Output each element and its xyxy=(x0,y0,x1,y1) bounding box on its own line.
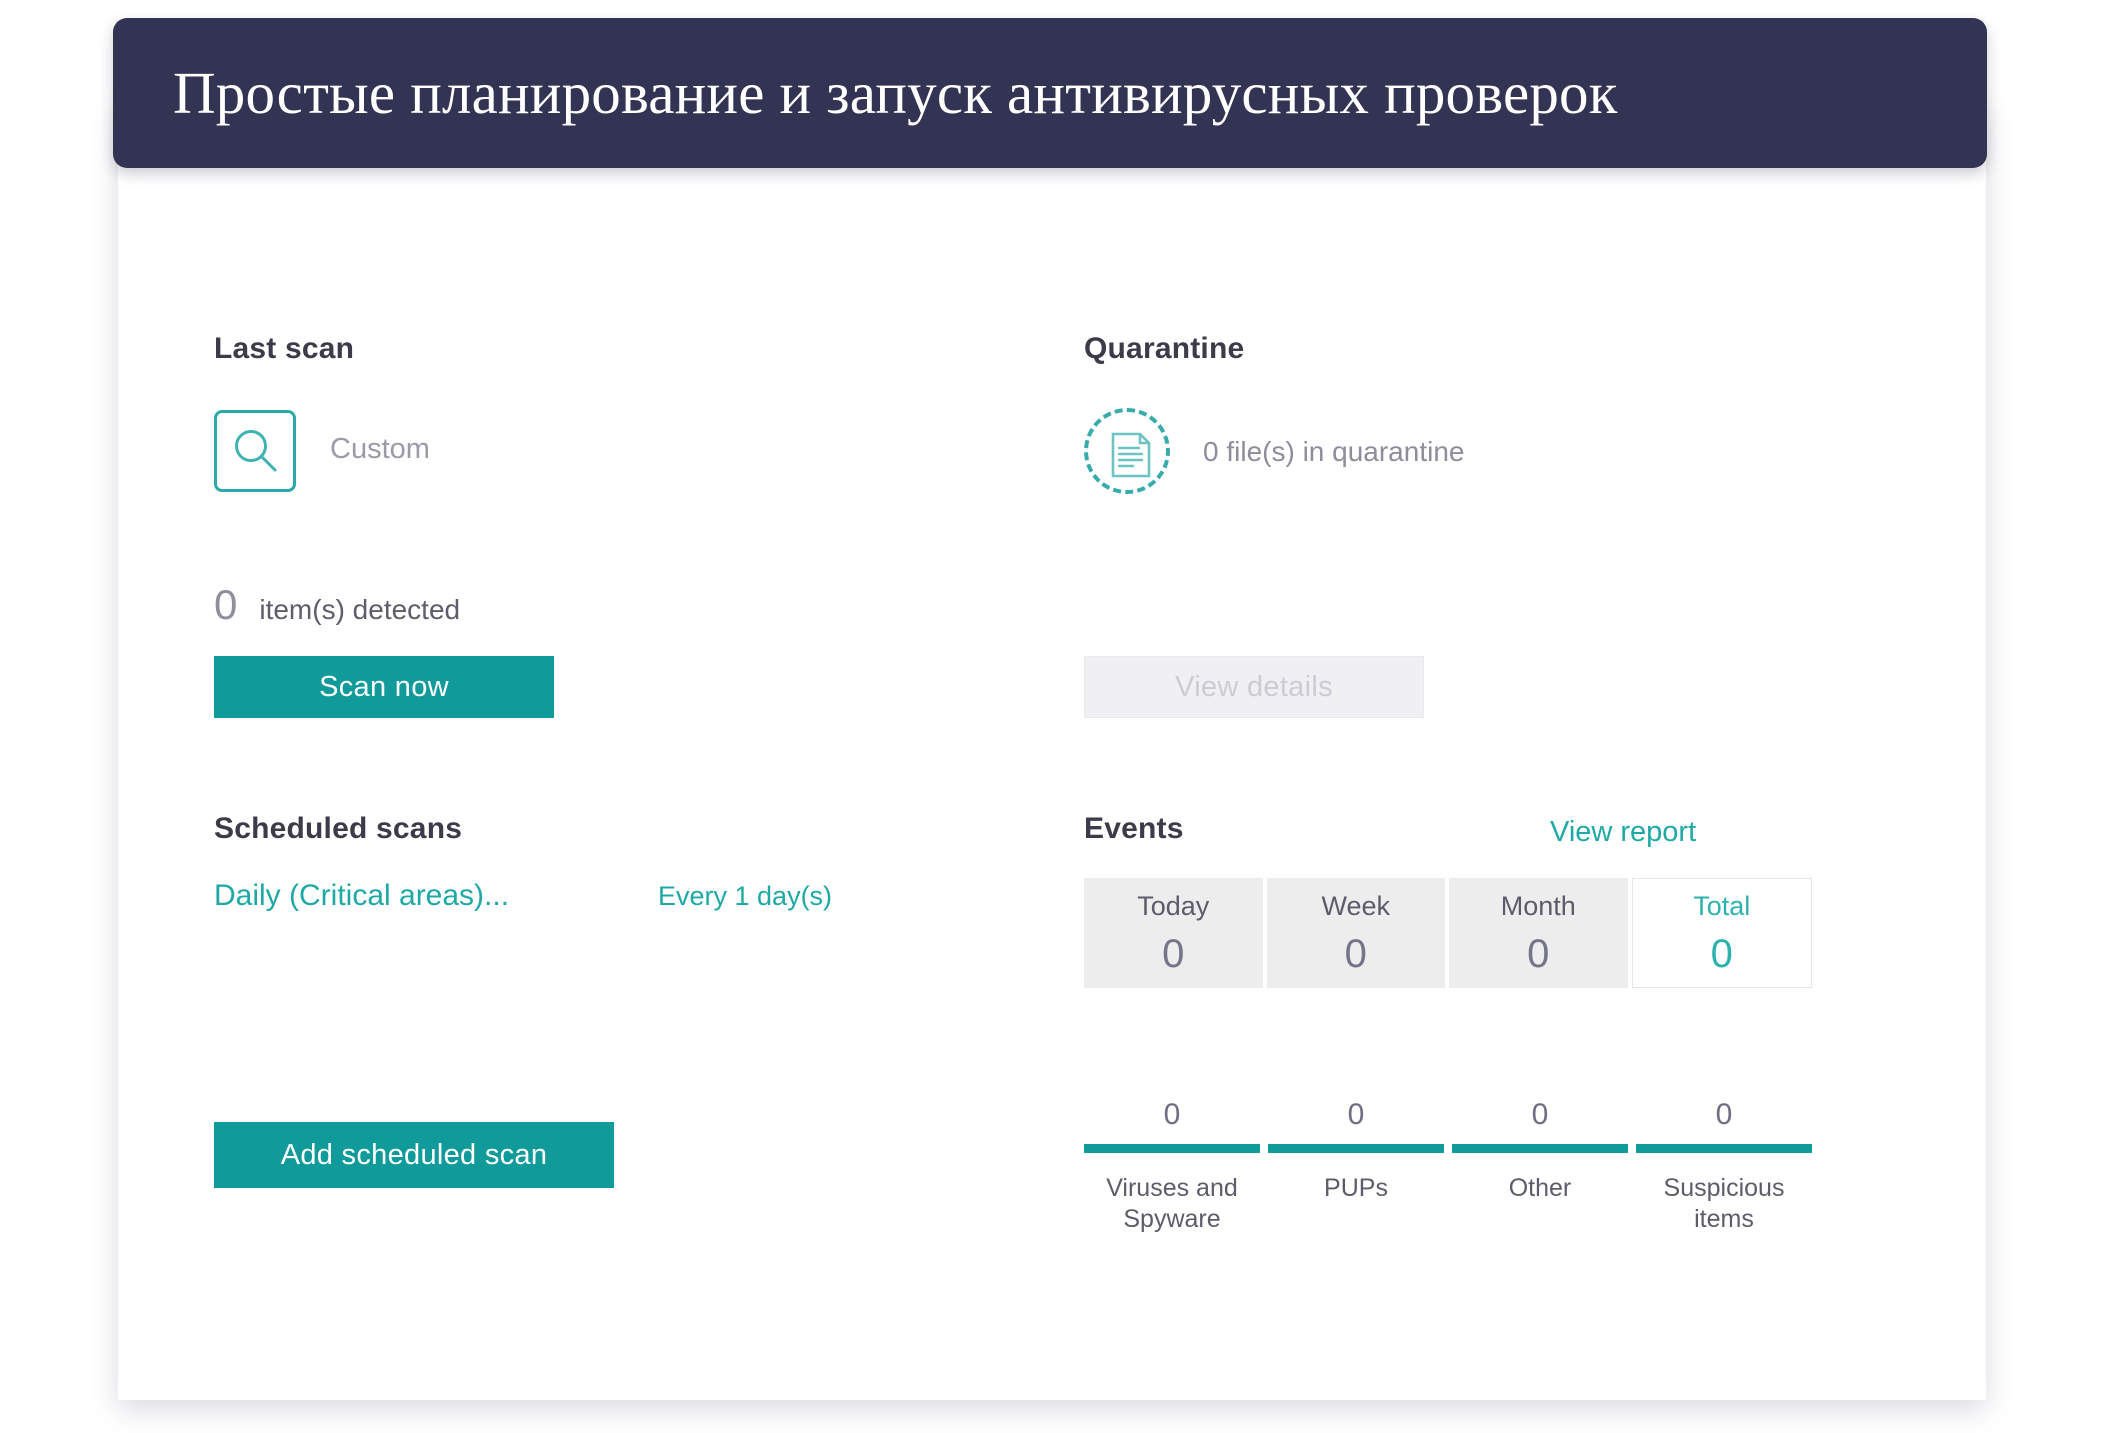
header-bar: Простые планирование и запуск антивирусн… xyxy=(113,18,1987,168)
threat-stat-viruses-and-spyware: 0 Viruses and Spyware xyxy=(1084,1100,1260,1234)
events-tab-label: Total xyxy=(1693,890,1751,921)
detected-items-row: 0 item(s) detected xyxy=(214,584,460,626)
threat-stats-row: 0 Viruses and Spyware 0 PUPs 0 Other 0 S… xyxy=(1084,1100,1812,1234)
detected-label: item(s) detected xyxy=(259,594,461,625)
view-details-button[interactable]: View details xyxy=(1084,656,1424,718)
events-tab-value: 0 xyxy=(1344,931,1367,976)
events-tab-strip: Today 0 Week 0 Month 0 Total 0 xyxy=(1084,878,1812,988)
events-tab-month[interactable]: Month 0 xyxy=(1449,878,1628,988)
threat-stat-bar xyxy=(1268,1144,1444,1153)
dashboard-card: Last scan Custom 0 item(s) detected Scan… xyxy=(118,100,1986,1400)
quarantine-document-icon xyxy=(1084,408,1170,494)
screenshot-root: Last scan Custom 0 item(s) detected Scan… xyxy=(0,0,2109,1433)
add-scheduled-scan-button[interactable]: Add scheduled scan xyxy=(214,1122,614,1188)
events-heading: Events xyxy=(1084,812,1184,845)
scheduled-scan-name[interactable]: Daily (Critical areas)... xyxy=(214,879,509,913)
events-tab-value: 0 xyxy=(1162,931,1185,976)
scan-now-button[interactable]: Scan now xyxy=(214,656,554,718)
events-tab-total[interactable]: Total 0 xyxy=(1631,878,1812,988)
events-tab-today[interactable]: Today 0 xyxy=(1084,878,1263,988)
threat-stat-value: 0 xyxy=(1531,1098,1549,1131)
threat-stat-value: 0 xyxy=(1163,1098,1181,1131)
scheduled-scan-frequency: Every 1 day(s) xyxy=(658,881,833,911)
threat-stat-label: Other xyxy=(1508,1174,1572,1202)
events-tab-label: Month xyxy=(1500,890,1576,921)
threat-stat-suspicious-items: 0 Suspicious items xyxy=(1636,1100,1812,1234)
page-title: Простые планирование и запуск антивирусн… xyxy=(173,59,1618,126)
magnifier-icon xyxy=(214,410,296,492)
threat-stat-value: 0 xyxy=(1715,1098,1733,1131)
events-tab-label: Week xyxy=(1321,890,1391,921)
last-scan-heading: Last scan xyxy=(214,332,355,365)
view-report-link[interactable]: View report xyxy=(1550,816,1696,849)
threat-stat-label: PUPs xyxy=(1324,1174,1388,1202)
events-tab-week[interactable]: Week 0 xyxy=(1266,878,1445,988)
threat-stat-pups: 0 PUPs xyxy=(1268,1100,1444,1234)
threat-stat-bar xyxy=(1452,1144,1628,1153)
events-tab-label: Today xyxy=(1137,890,1210,921)
last-scan-type: Custom xyxy=(330,433,430,465)
threat-stat-label: Suspicious items xyxy=(1663,1174,1785,1233)
threat-stat-bar xyxy=(1084,1144,1260,1153)
threat-stat-bar xyxy=(1636,1144,1812,1153)
threat-stat-value: 0 xyxy=(1347,1098,1365,1131)
quarantine-heading: Quarantine xyxy=(1084,332,1245,365)
events-tab-value: 0 xyxy=(1527,931,1550,976)
detected-count: 0 xyxy=(214,581,238,628)
scheduled-scans-heading: Scheduled scans xyxy=(214,812,463,845)
threat-stat-label: Viruses and Spyware xyxy=(1106,1174,1238,1233)
events-tab-value: 0 xyxy=(1710,931,1733,976)
threat-stat-other: 0 Other xyxy=(1452,1100,1628,1234)
quarantine-status: 0 file(s) in quarantine xyxy=(1203,436,1465,467)
